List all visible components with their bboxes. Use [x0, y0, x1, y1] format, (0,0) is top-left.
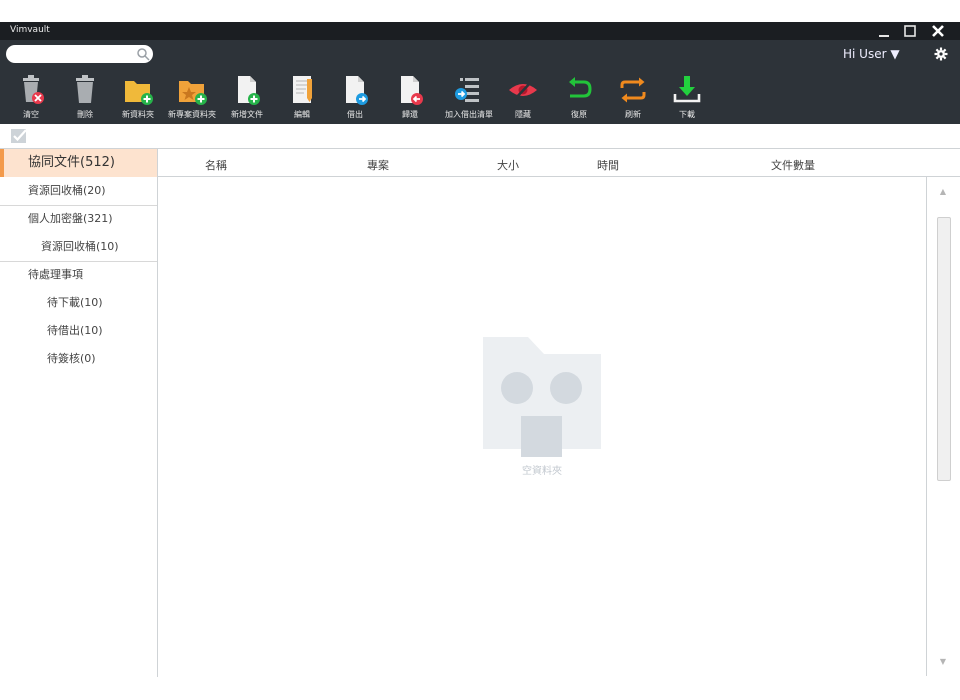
- close-icon: [932, 25, 944, 37]
- column-time[interactable]: 時間: [597, 157, 619, 173]
- return-icon: [401, 76, 423, 105]
- vertical-scrollbar[interactable]: ▲ ▼: [926, 177, 957, 676]
- undo-icon: [569, 77, 592, 98]
- gear-icon[interactable]: [934, 47, 948, 61]
- column-doc-count[interactable]: 文件數量: [771, 157, 815, 173]
- new-project-folder-button[interactable]: 新專案資料夾: [164, 74, 220, 124]
- select-all-checkbox[interactable]: [10, 128, 28, 144]
- trash-icon: [76, 75, 94, 103]
- search-icon[interactable]: [136, 47, 150, 61]
- search-input[interactable]: [14, 47, 138, 63]
- sidebar-item-encrypted-disk[interactable]: 個人加密盤(321): [0, 205, 157, 233]
- search-box[interactable]: [6, 45, 153, 63]
- refresh-button[interactable]: 刷新: [605, 74, 661, 124]
- new-document-button[interactable]: 新增文件: [219, 74, 275, 124]
- empty-folder-label: 空資料夾: [522, 466, 562, 477]
- hide-button[interactable]: 隱藏: [495, 74, 551, 124]
- scroll-down-arrow-icon[interactable]: ▼: [937, 657, 949, 666]
- scroll-thumb[interactable]: [937, 217, 951, 481]
- document-add-icon: [238, 76, 260, 105]
- delete-button[interactable]: 刪除: [57, 74, 113, 124]
- sidebar-item-pending[interactable]: 待處理事項: [0, 261, 157, 289]
- app-window: Vimvault Hi User ▼ 清空 刪除 新資料夾 新專案資料夾 新增文…: [0, 22, 960, 677]
- sidebar-item-pending-download[interactable]: 待下載(10): [0, 289, 157, 317]
- sidebar-item-pending-borrow[interactable]: 待借出(10): [0, 317, 157, 345]
- toolbar-header: Hi User ▼ 清空 刪除 新資料夾 新專案資料夾 新增文件 編輯 借出 歸…: [0, 40, 960, 124]
- minimize-icon: [879, 35, 889, 37]
- clear-button[interactable]: 清空: [3, 74, 59, 124]
- download-icon: [673, 76, 701, 103]
- maximize-button[interactable]: [896, 22, 924, 40]
- borrow-list-icon: [455, 78, 479, 102]
- select-all-bar: [0, 124, 960, 149]
- project-folder-add-icon: [179, 81, 207, 105]
- column-size[interactable]: 大小: [497, 157, 519, 173]
- trash-clear-icon: [23, 75, 44, 104]
- borrow-icon: [346, 76, 368, 105]
- folder-add-icon: [125, 81, 153, 105]
- edit-document-icon: [293, 76, 312, 103]
- sidebar-item-recycle-bin[interactable]: 資源回收桶(20): [0, 177, 157, 206]
- title-bar: Vimvault: [0, 22, 960, 40]
- download-button[interactable]: 下載: [659, 74, 715, 124]
- edit-button[interactable]: 編輯: [274, 74, 330, 124]
- minimize-button[interactable]: [870, 22, 898, 40]
- sidebar-item-encrypted-recycle-bin[interactable]: 資源回收桶(10): [0, 233, 157, 262]
- close-button[interactable]: [924, 22, 952, 40]
- column-name[interactable]: 名稱: [205, 157, 227, 173]
- user-menu[interactable]: Hi User ▼: [843, 47, 900, 61]
- app-title: Vimvault: [10, 25, 50, 35]
- add-borrow-list-button[interactable]: 加入借出清單: [441, 74, 497, 124]
- column-project[interactable]: 專案: [367, 157, 389, 173]
- refresh-icon: [620, 77, 646, 103]
- restore-button[interactable]: 復原: [551, 74, 607, 124]
- eye-hidden-icon: [509, 79, 537, 101]
- table-header: 名稱 專案 大小 時間 文件數量: [158, 149, 960, 177]
- file-list-panel: 名稱 專案 大小 時間 文件數量 空資料夾 ▲ ▼: [158, 149, 960, 677]
- new-folder-button[interactable]: 新資料夾: [110, 74, 166, 124]
- maximize-icon: [904, 25, 916, 37]
- sidebar-item-shared-docs[interactable]: 協同文件(512): [0, 149, 157, 177]
- sidebar: 協同文件(512) 資源回收桶(20) 個人加密盤(321) 資源回收桶(10)…: [0, 149, 158, 677]
- sidebar-item-pending-approval[interactable]: 待簽核(0): [0, 345, 157, 373]
- return-button[interactable]: 歸還: [382, 74, 438, 124]
- scroll-up-arrow-icon[interactable]: ▲: [937, 187, 949, 196]
- borrow-button[interactable]: 借出: [327, 74, 383, 124]
- empty-folder-illustration: [483, 337, 601, 457]
